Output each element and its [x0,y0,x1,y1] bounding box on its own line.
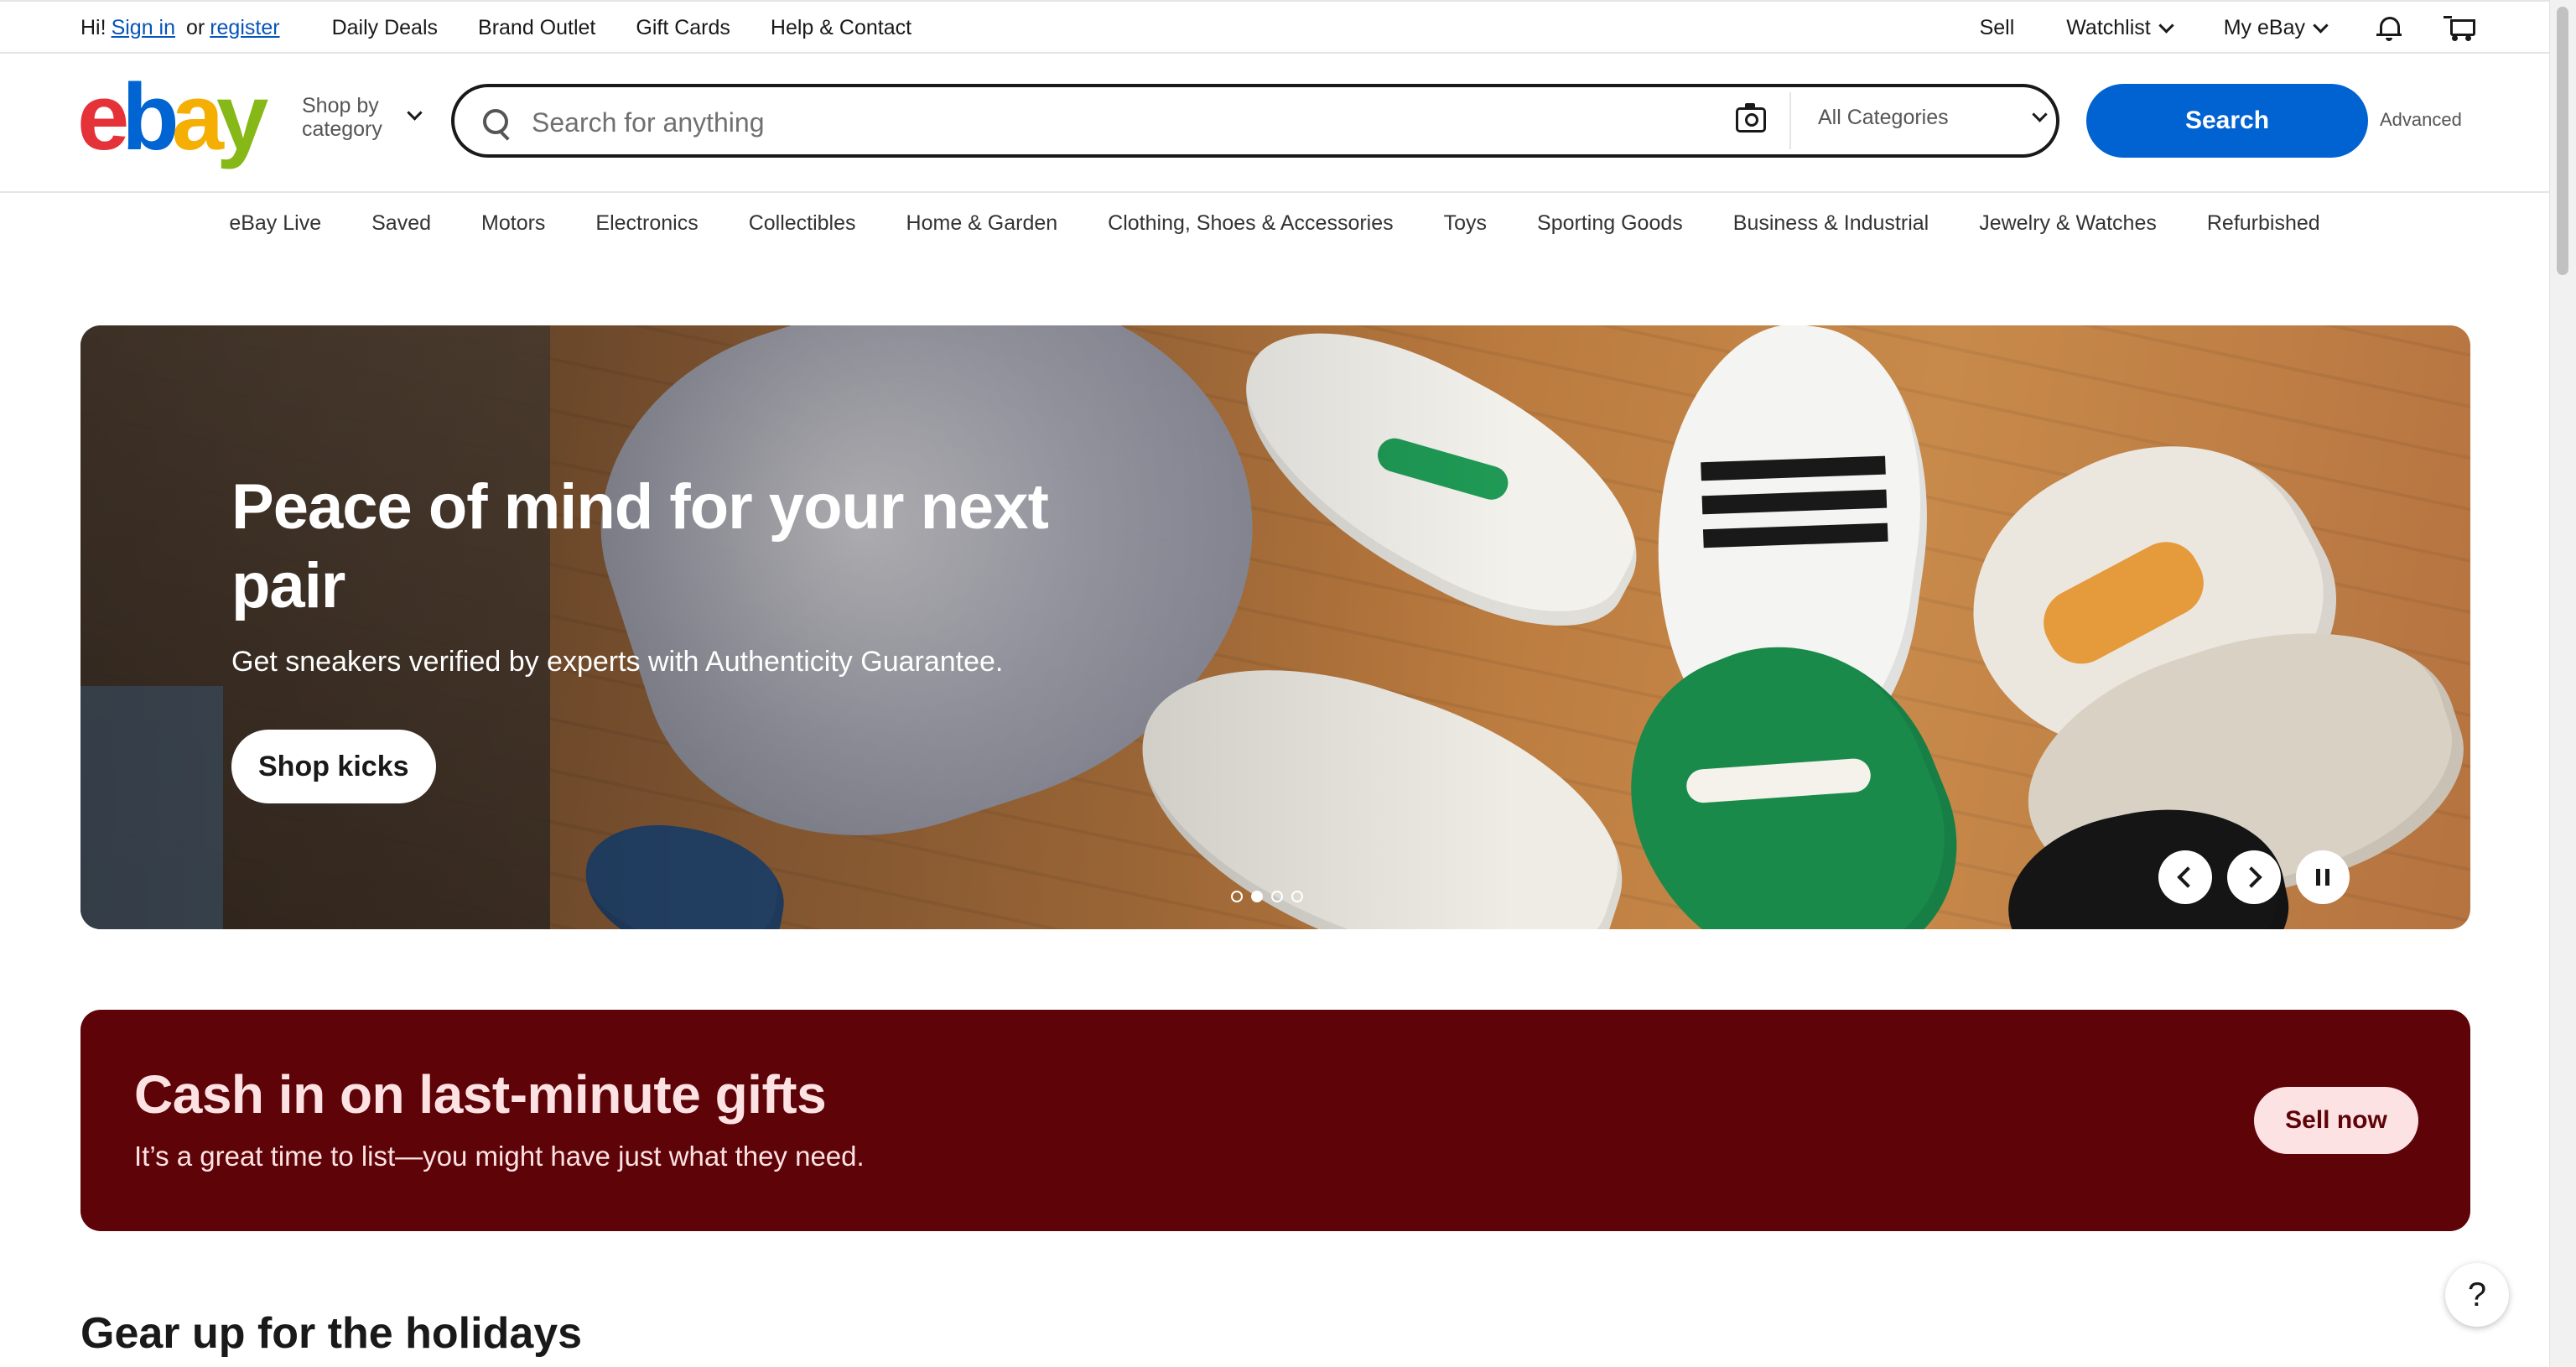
carousel-pause-button[interactable] [2296,850,2350,904]
watchlist-label: Watchlist [2066,15,2151,39]
gift-cards-link[interactable]: Gift Cards [636,16,730,40]
nav-sporting-goods[interactable]: Sporting Goods [1537,211,1683,236]
watchlist-dropdown[interactable]: Watchlist [2066,15,2174,40]
sell-now-button[interactable]: Sell now [2254,1087,2418,1154]
cart-button[interactable] [2444,14,2475,41]
carousel-dot[interactable] [1231,891,1243,902]
chevron-down-icon [2158,17,2174,34]
carousel-dots [1231,891,1303,902]
nav-ebay-live[interactable]: eBay Live [229,211,321,236]
promo-title: Cash in on last-minute gifts [134,1064,827,1125]
sign-in-link[interactable]: Sign in [112,16,175,39]
nav-saved[interactable]: Saved [371,211,431,236]
my-ebay-dropdown[interactable]: My eBay [2223,15,2329,40]
hero-carousel[interactable]: Peace of mind for your next pair Get sne… [80,325,2470,929]
nav-home-garden[interactable]: Home & Garden [906,211,1058,236]
greeting-or: or [185,15,205,39]
greeting-prefix: Hi! [80,15,106,39]
camera-icon[interactable] [1736,103,1766,133]
help-contact-link[interactable]: Help & Contact [771,16,911,40]
chevron-right-icon [2241,866,2262,888]
search-icon [483,109,508,134]
pause-icon [2316,869,2329,886]
register-link[interactable]: register [210,16,279,39]
promo-subtitle: It’s a great time to list—you might have… [134,1141,865,1172]
advanced-search-link[interactable]: Advanced [2380,109,2462,131]
hero-title: Peace of mind for your next pair [231,471,1049,621]
topbar-left: Hi! Sign in or register Daily Deals Brand … [80,2,911,54]
chevron-down-icon [2032,107,2048,122]
page-scrollbar[interactable] [2549,0,2576,1367]
search-input[interactable] [530,101,1623,144]
hero-subtitle: Get sneakers verified by experts with Au… [231,646,1004,678]
cart-icon [2444,14,2475,41]
my-ebay-label: My eBay [2223,15,2305,39]
nav-motors[interactable]: Motors [481,211,545,236]
nav-jewelry-watches[interactable]: Jewelry & Watches [1979,211,2157,236]
chevron-left-icon [2177,866,2199,888]
section-title: Gear up for the holidays [80,1309,583,1358]
notifications-button[interactable] [2376,15,2402,41]
sell-link[interactable]: Sell [1980,16,2015,40]
help-button[interactable]: ? [2445,1263,2509,1327]
chevron-down-icon [2313,17,2329,34]
daily-deals-link[interactable]: Daily Deals [332,16,438,40]
brand-outlet-link[interactable]: Brand Outlet [478,16,595,40]
carousel-dot-active[interactable] [1251,891,1263,902]
search-button[interactable]: Search [2086,84,2368,158]
nav-refurbished[interactable]: Refurbished [2207,211,2320,236]
ebay-logo[interactable]: ebay [77,70,268,164]
greeting: Hi! Sign in or register [80,16,280,40]
shop-kicks-button[interactable]: Shop kicks [231,730,436,803]
shop-by-line2: category [302,117,382,141]
promo-banner: Cash in on last-minute gifts It’s a grea… [80,1010,2470,1231]
category-nav: eBay Live Saved Motors Electronics Colle… [0,193,2549,253]
bell-icon [2376,15,2402,41]
hero-shade [80,325,2470,929]
search-divider [1789,92,1791,149]
scrollbar-thumb[interactable] [2557,7,2568,275]
carousel-dot[interactable] [1291,891,1303,902]
nav-collectibles[interactable]: Collectibles [749,211,856,236]
carousel-dot[interactable] [1271,891,1283,902]
chevron-down-icon [407,105,423,121]
carousel-prev-button[interactable] [2158,850,2212,904]
category-select[interactable]: All Categories [1818,106,1949,130]
header: ebay Shop by category All Categories Sea… [0,54,2549,193]
carousel-next-button[interactable] [2227,850,2281,904]
nav-business-industrial[interactable]: Business & Industrial [1733,211,1929,236]
nav-electronics[interactable]: Electronics [595,211,698,236]
shop-by-category-button[interactable]: Shop by category [302,94,382,141]
topbar-right: Sell Watchlist My eBay [1928,2,2475,54]
topbar-nav: Daily Deals Brand Outlet Gift Cards Help… [332,16,911,40]
nav-toys[interactable]: Toys [1444,211,1487,236]
shop-by-line1: Shop by [302,94,379,117]
top-utility-bar: Hi! Sign in or register Daily Deals Brand … [0,0,2549,54]
nav-clothing[interactable]: Clothing, Shoes & Accessories [1108,211,1393,236]
search-bar: All Categories [451,84,2059,158]
